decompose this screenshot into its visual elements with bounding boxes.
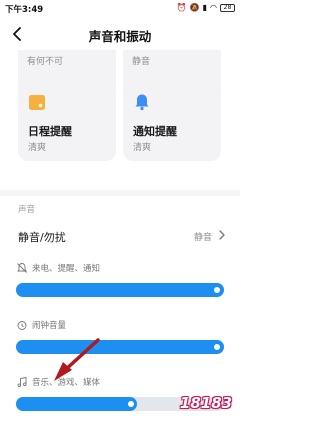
chevron-right-icon <box>219 230 225 240</box>
calendar-reminder-card[interactable]: 日程提醒 清爽 <box>18 83 116 161</box>
ringtone-card-subtitle: 有何不可 <box>27 57 64 67</box>
status-bar: 下午3:49 ⏰ 🔕 ▮ ◠ 28 <box>0 0 240 18</box>
page-title: 声音和振动 <box>88 29 152 44</box>
ringer-volume-thumb[interactable] <box>214 287 220 293</box>
watermark-logo: 18183 <box>174 388 238 424</box>
alarm-volume-thumb[interactable] <box>214 344 220 350</box>
wifi-icon: ◠ <box>210 3 217 12</box>
ringer-volume-label: 来电、提醒、通知 <box>32 264 101 274</box>
status-icons: ⏰ 🔕 ▮ ◠ 28 <box>177 3 235 13</box>
alarm-clock-icon <box>17 321 27 330</box>
notification-reminder-subtitle: 清爽 <box>133 143 152 153</box>
signal-icon: ▮ <box>202 3 208 12</box>
silent-dnd-row[interactable]: 静音/勿扰 静音 <box>0 222 240 248</box>
alarm-volume-slider[interactable] <box>16 340 224 354</box>
alarm-volume-fill <box>16 340 224 354</box>
alarm-status-icon: ⏰ <box>176 3 187 12</box>
mute-status-icon: 🔕 <box>189 3 200 12</box>
section-divider <box>0 190 240 196</box>
alarm-volume-label: 闹钟音量 <box>32 321 67 331</box>
bell-icon <box>135 94 149 111</box>
notification-reminder-card[interactable]: 通知提醒 清爽 <box>123 83 221 161</box>
silent-dnd-value: 静音 <box>193 233 212 243</box>
watermark-text: 18183 <box>179 394 233 412</box>
calendar-reminder-subtitle: 清爽 <box>28 143 47 153</box>
alarm-volume-label-row: 闹钟音量 <box>16 319 66 331</box>
bell-off-icon <box>17 263 27 273</box>
ringer-volume-fill <box>16 283 224 297</box>
header: 声音和振动 <box>0 18 240 50</box>
sound-section-label: 声音 <box>18 205 36 215</box>
status-time: 下午3:49 <box>5 5 44 15</box>
calendar-reminder-title: 日程提醒 <box>28 125 72 138</box>
ringer-volume-slider[interactable] <box>16 283 224 297</box>
music-note-icon <box>17 376 27 387</box>
media-volume-label: 音乐、游戏、媒体 <box>32 378 101 388</box>
calendar-icon <box>29 95 45 110</box>
notification-reminder-title: 通知提醒 <box>133 125 177 138</box>
media-volume-label-row: 音乐、游戏、媒体 <box>16 376 100 388</box>
silent-dnd-label: 静音/勿扰 <box>18 231 66 244</box>
media-volume-fill <box>16 397 137 411</box>
media-volume-thumb[interactable] <box>128 401 134 407</box>
message-tone-card-subtitle: 静音 <box>132 57 151 67</box>
battery-icon: 28 <box>220 4 235 12</box>
ringer-volume-label-row: 来电、提醒、通知 <box>16 262 100 274</box>
